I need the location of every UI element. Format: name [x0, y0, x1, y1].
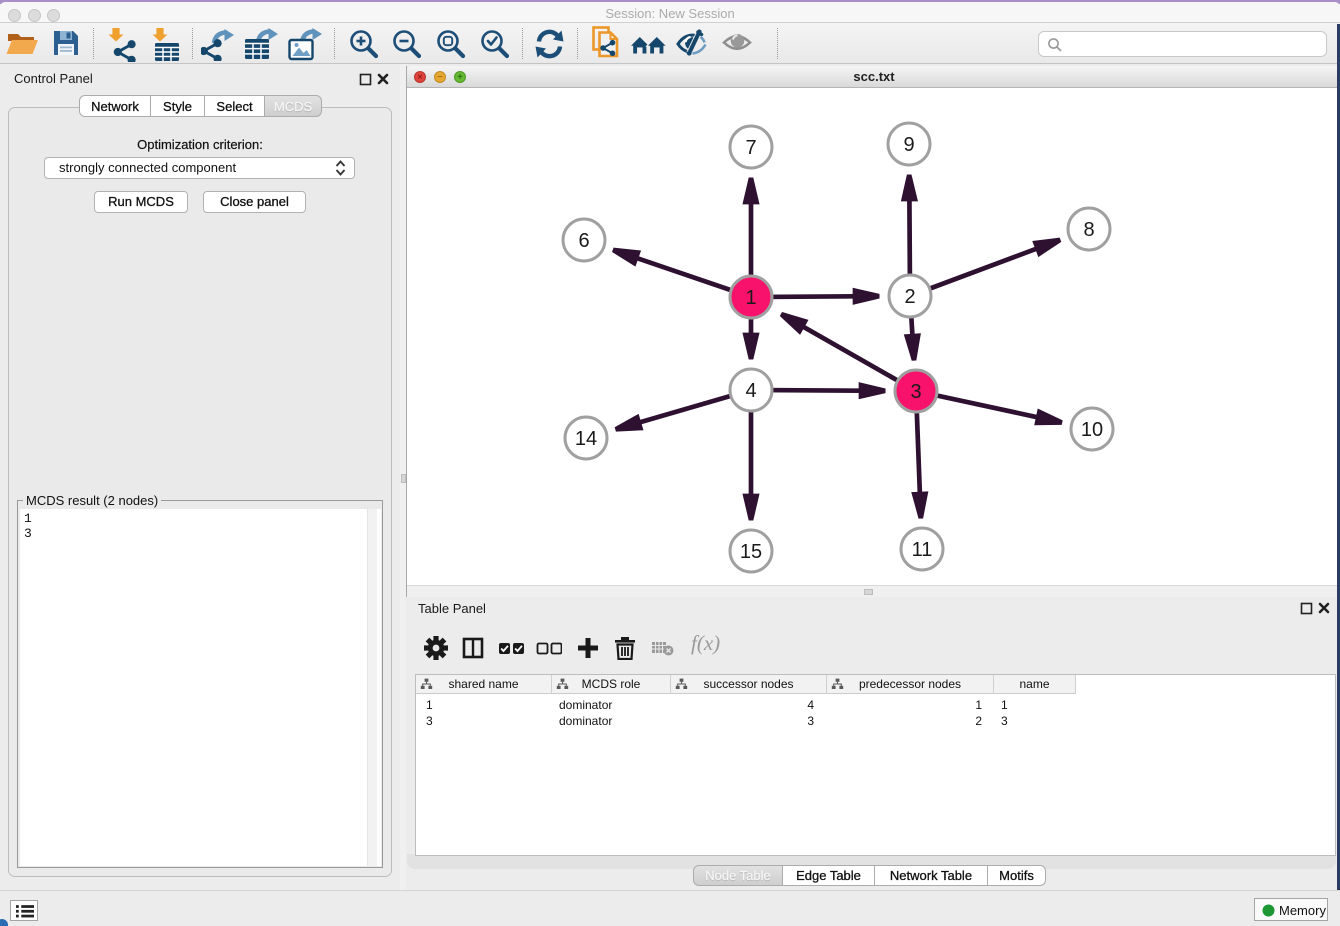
svg-text:8: 8	[1083, 219, 1094, 241]
svg-text:4: 4	[745, 380, 756, 402]
svg-text:11: 11	[912, 539, 933, 561]
svg-text:3: 3	[910, 381, 921, 403]
svg-text:2: 2	[904, 286, 915, 308]
svg-text:15: 15	[740, 541, 762, 563]
svg-text:14: 14	[575, 428, 597, 450]
svg-text:6: 6	[578, 230, 589, 252]
svg-text:10: 10	[1081, 419, 1103, 441]
svg-text:1: 1	[745, 287, 756, 309]
svg-text:7: 7	[745, 137, 756, 159]
svg-text:9: 9	[903, 134, 914, 156]
